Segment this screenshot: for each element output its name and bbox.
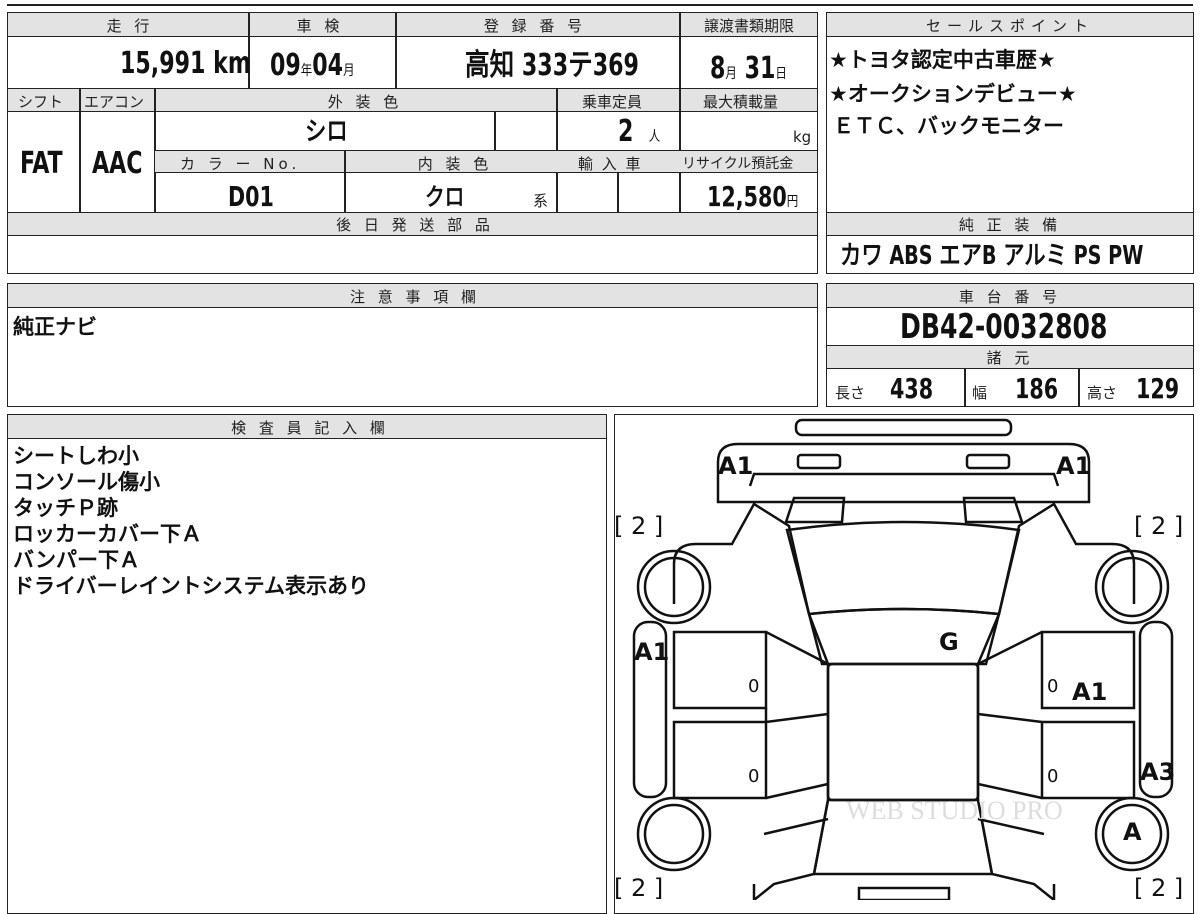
genuine-equipment-label: 純 正 装 備 [958,216,1062,234]
import-car-label: 輸 入 車 [578,155,643,173]
color-no-value: D01 [228,180,274,213]
length-label: 長さ [835,384,866,402]
inspector-note-5: バンパー下Ａ [13,548,141,572]
top-remnant-line [7,4,1193,6]
mark-front-right: A1 [1056,452,1092,480]
exterior-color-value: シロ [305,117,348,147]
length-value: 438 [890,372,934,405]
transfer-deadline-value: 8月 31日 [710,51,787,86]
color-no-label: カ ラ ー No. [180,155,301,173]
sales-point-line-3: ＥＴＣ、バックモニター [833,114,1064,138]
caution-value: 純正ナビ [13,315,97,339]
width-value: 186 [1015,372,1059,405]
transfer-deadline-label: 譲渡書類期限 [703,17,794,35]
mark-left-front-fender: A1 [634,638,670,666]
mileage-label: 走 行 [106,17,154,35]
inspector-note-6: ドライバーレイントシステム表示あり [13,574,369,598]
sales-points-label: セールスポイント [925,17,1094,35]
mark-tire-rr: [ 2 ] [1134,874,1184,902]
mark-door-rr: 0 [1047,766,1059,787]
mark-right-rear-fender: A3 [1140,758,1176,786]
mark-front-left: A1 [718,452,754,480]
later-parts-label: 後 日 発 送 部 品 [336,216,494,234]
aircon-label: エアコン [84,93,145,111]
sales-point-line-2: ★オークションデビュー★ [829,82,1077,106]
interior-color-suffix: 系 [533,192,549,210]
max-load-unit: kg [793,128,812,146]
watermark-text: WEB STUDIO PRO [846,796,1063,825]
chassis-label: 車 台 番 号 [958,288,1062,306]
capacity-value: 2 人 [618,114,661,149]
shift-label: シフト [18,93,64,111]
interior-color-label: 内 装 色 [417,155,493,173]
exterior-color-label: 外 装 色 [327,93,403,111]
inspector-note-2: コンソール傷小 [13,470,160,494]
genuine-equipment-value: カワ ABS エアB アルミ PS PW [840,241,1144,271]
height-value: 129 [1136,372,1180,405]
mark-windshield: G [939,628,959,656]
mileage-value: 15,991 km [120,46,251,81]
caution-label: 注 意 事 項 欄 [349,288,481,306]
car-diagram: WEB STUDIO PRO [632,418,1174,900]
specs-label: 諸 元 [986,349,1034,367]
inspection-label: 車 検 [296,17,344,35]
mark-tire-rl: [ 2 ] [614,874,664,902]
capacity-label: 乗車定員 [582,93,643,111]
aircon-value: AAC [92,146,143,181]
registration-label: 登 録 番 号 [483,17,587,35]
mark-door-fl: 0 [748,676,760,697]
inspector-note-4: ロッカーカバー下Ａ [13,522,202,546]
registration-value: 高知 333テ369 [465,48,639,83]
sales-point-line-1: ★トヨタ認定中古車歴★ [829,48,1056,72]
width-label: 幅 [972,384,988,402]
mark-tire-fr: [ 2 ] [1134,512,1184,540]
recycle-fee-label: リサイクル預託金 [682,156,794,172]
inspector-note-1: シートしわ小 [13,444,139,468]
shift-value: FAT [20,146,63,181]
mark-right-front-door: A1 [1072,678,1108,706]
max-load-label: 最大積載量 [703,93,779,111]
inspector-notes-label: 検 査 員 記 入 欄 [231,419,389,437]
mark-right-rear-wheel: A [1123,818,1142,846]
inspection-value: 09年04月 [270,48,355,83]
height-label: 高さ [1087,384,1118,402]
chassis-value: DB42-0032808 [900,307,1108,347]
mark-door-fr: 0 [1047,676,1059,697]
inspector-note-3: タッチＰ跡 [13,496,118,520]
mark-door-rl: 0 [748,766,760,787]
interior-color-value: クロ [425,183,465,211]
mark-tire-fl: [ 2 ] [614,512,664,540]
